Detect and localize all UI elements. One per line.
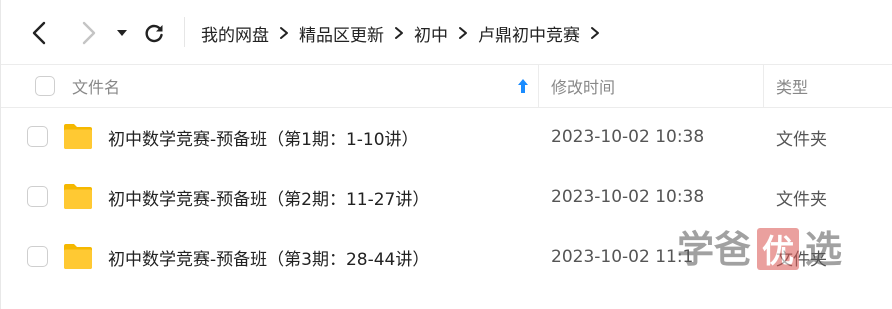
column-header-name[interactable]: 文件名 (72, 65, 120, 107)
folder-icon (64, 244, 92, 269)
column-header-time[interactable]: 修改时间 (551, 65, 615, 107)
table-header: 文件名 修改时间 类型 (1, 64, 892, 108)
chevron-right-icon (271, 20, 297, 46)
modified-time: 2023-10-02 10:38 (551, 127, 705, 147)
table-row[interactable]: 初中数学竞赛-预备班（第1期：1-10讲） 2023-10-02 10:38 文… (1, 108, 892, 168)
chevron-right-icon (386, 20, 412, 46)
breadcrumb-item[interactable]: 卢鼎初中竞赛 (478, 21, 580, 46)
file-type: 文件夹 (776, 249, 827, 270)
file-name[interactable]: 初中数学竞赛-预备班（第3期：28-44讲） (108, 228, 429, 286)
history-dropdown-button[interactable] (111, 22, 133, 44)
table-row[interactable]: 初中数学竞赛-预备班（第3期：28-44讲） 2023-10-02 11:1 文… (1, 228, 892, 288)
file-browser-window: 我的网盘 精品区更新 初中 卢鼎初中竞赛 文件名 修改时间 类型 初中数学竞赛-… (0, 0, 892, 309)
breadcrumb-item[interactable]: 我的网盘 (201, 21, 269, 46)
row-checkbox[interactable] (27, 186, 48, 207)
back-button[interactable] (25, 18, 55, 48)
toolbar: 我的网盘 精品区更新 初中 卢鼎初中竞赛 (1, 0, 892, 64)
file-type: 文件夹 (776, 129, 827, 150)
file-name[interactable]: 初中数学竞赛-预备班（第1期：1-10讲） (108, 108, 419, 166)
breadcrumb-item[interactable]: 初中 (414, 21, 448, 46)
chevron-right-icon (450, 20, 476, 46)
file-name[interactable]: 初中数学竞赛-预备班（第2期：11-27讲） (108, 168, 429, 226)
chevron-left-icon (32, 21, 46, 45)
refresh-button[interactable] (139, 18, 169, 48)
table-row[interactable]: 初中数学竞赛-预备班（第2期：11-27讲） 2023-10-02 10:38 … (1, 168, 892, 228)
row-checkbox[interactable] (27, 126, 48, 147)
column-header-type[interactable]: 类型 (776, 65, 808, 107)
refresh-icon (145, 24, 163, 43)
folder-icon (64, 124, 92, 149)
forward-button[interactable] (73, 18, 103, 48)
chevron-right-icon (82, 21, 96, 45)
toolbar-divider (184, 17, 185, 47)
column-divider[interactable] (763, 65, 764, 107)
breadcrumb: 我的网盘 精品区更新 初中 卢鼎初中竞赛 (201, 20, 610, 46)
folder-icon (64, 184, 92, 209)
sort-up-arrow-icon[interactable] (514, 77, 532, 95)
modified-time: 2023-10-02 10:38 (551, 187, 705, 207)
chevron-right-icon (582, 20, 608, 46)
row-checkbox[interactable] (27, 246, 48, 267)
select-all-checkbox[interactable] (35, 76, 55, 96)
column-divider[interactable] (538, 65, 539, 107)
file-type: 文件夹 (776, 189, 827, 210)
breadcrumb-item[interactable]: 精品区更新 (299, 21, 384, 46)
caret-down-icon (117, 30, 127, 36)
modified-time: 2023-10-02 11:1 (551, 247, 694, 267)
